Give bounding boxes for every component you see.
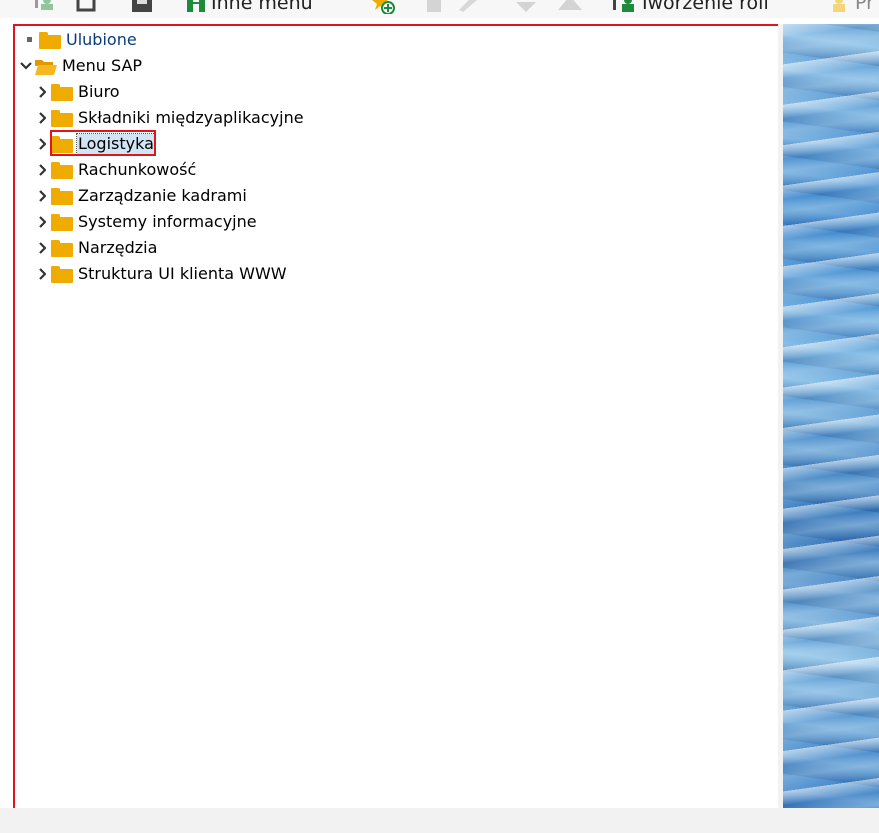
tree-node-label: Struktura UI klienta WWW (78, 264, 287, 283)
application-toolbar: Inne menu Tworzenie roli Pr (0, 0, 879, 18)
folder-icon (51, 265, 73, 283)
create-role-label: Tworzenie roli (639, 0, 769, 14)
tree-node-struktura-ui[interactable]: Struktura UI klienta WWW (35, 262, 288, 286)
leaf-bullet-icon (23, 28, 37, 52)
tree-node-label: Rachunkowość (78, 160, 197, 179)
folder-icon (51, 213, 73, 231)
folder-icon (51, 187, 73, 205)
tree-node-zarzadzanie-kadrami[interactable]: Zarządzanie kadrami (35, 184, 248, 208)
folder-icon (51, 83, 73, 101)
move-down-button[interactable] (515, 0, 536, 15)
tree-node-biuro[interactable]: Biuro (35, 80, 121, 104)
chevron-down-icon[interactable] (19, 54, 33, 78)
chevron-right-icon[interactable] (35, 132, 49, 156)
tree-node-sap-menu[interactable]: Menu SAP (19, 54, 143, 78)
other-menu-button[interactable]: Inne menu (185, 0, 313, 15)
folder-icon (51, 135, 73, 153)
background-water-image (783, 24, 879, 808)
create-role-button[interactable]: Tworzenie roli (613, 0, 769, 15)
save-icon (131, 0, 152, 12)
pencil-icon (457, 0, 477, 12)
change-favorite-button[interactable] (457, 0, 477, 15)
tree-node-label: Logistyka (76, 133, 156, 155)
edit-icon (76, 0, 96, 12)
user-icon (829, 0, 849, 12)
tree-node-label: Biuro (78, 82, 120, 101)
user-menu-button[interactable] (33, 0, 53, 15)
tree-node-narzedzia[interactable]: Narzędzia (35, 236, 158, 260)
tree-node-systemy-informacyjne[interactable]: Systemy informacyjne (35, 210, 258, 234)
chevron-right-icon[interactable] (35, 210, 49, 234)
add-favorite-button[interactable] (372, 0, 395, 15)
tree-node-label: Menu SAP (62, 56, 143, 75)
chevron-right-icon[interactable] (35, 158, 49, 182)
save-button[interactable] (131, 0, 152, 15)
tree-node-favorites[interactable]: Ulubione (23, 28, 138, 52)
tree-node-rachunkowosc[interactable]: Rachunkowość (35, 158, 197, 182)
trash-icon (423, 0, 443, 12)
chevron-right-icon[interactable] (35, 236, 49, 260)
tree-node-label: Zarządzanie kadrami (78, 186, 247, 205)
chevron-right-icon[interactable] (35, 184, 49, 208)
user-menu-icon (33, 0, 53, 12)
add-favorite-icon (372, 0, 395, 15)
chevron-right-icon[interactable] (35, 262, 49, 286)
triangle-up-icon (557, 0, 582, 12)
tree-node-label: Składniki międzyaplikacyjne (78, 108, 304, 127)
folder-icon (39, 31, 61, 49)
chevron-right-icon[interactable] (35, 106, 49, 130)
triangle-down-icon (515, 0, 536, 12)
assign-users-button[interactable]: Pr (829, 0, 874, 15)
assign-users-label: Pr (855, 0, 874, 14)
create-role-icon (613, 0, 634, 12)
folder-icon (51, 109, 73, 127)
move-up-button[interactable] (557, 0, 582, 15)
edit-button[interactable] (76, 0, 96, 15)
tree-node-logistyka[interactable]: Logistyka (35, 132, 156, 156)
chevron-right-icon[interactable] (35, 80, 49, 104)
other-menu-label: Inne menu (211, 0, 313, 14)
folder-icon (51, 161, 73, 179)
status-bar (0, 808, 879, 833)
tree-node-label: Ulubione (66, 30, 137, 49)
tree-node-label: Narzędzia (78, 238, 158, 257)
tree-node-label: Systemy informacyjne (78, 212, 257, 231)
folder-icon (51, 239, 73, 257)
sap-menu-tree[interactable]: Ulubione Menu SAP Biuro Składniki między… (13, 24, 781, 810)
open-folder-icon (35, 58, 57, 75)
menu-tree-icon (185, 0, 205, 12)
delete-favorite-button[interactable] (423, 0, 443, 15)
tree-node-cross-application[interactable]: Składniki międzyaplikacyjne (35, 106, 305, 130)
